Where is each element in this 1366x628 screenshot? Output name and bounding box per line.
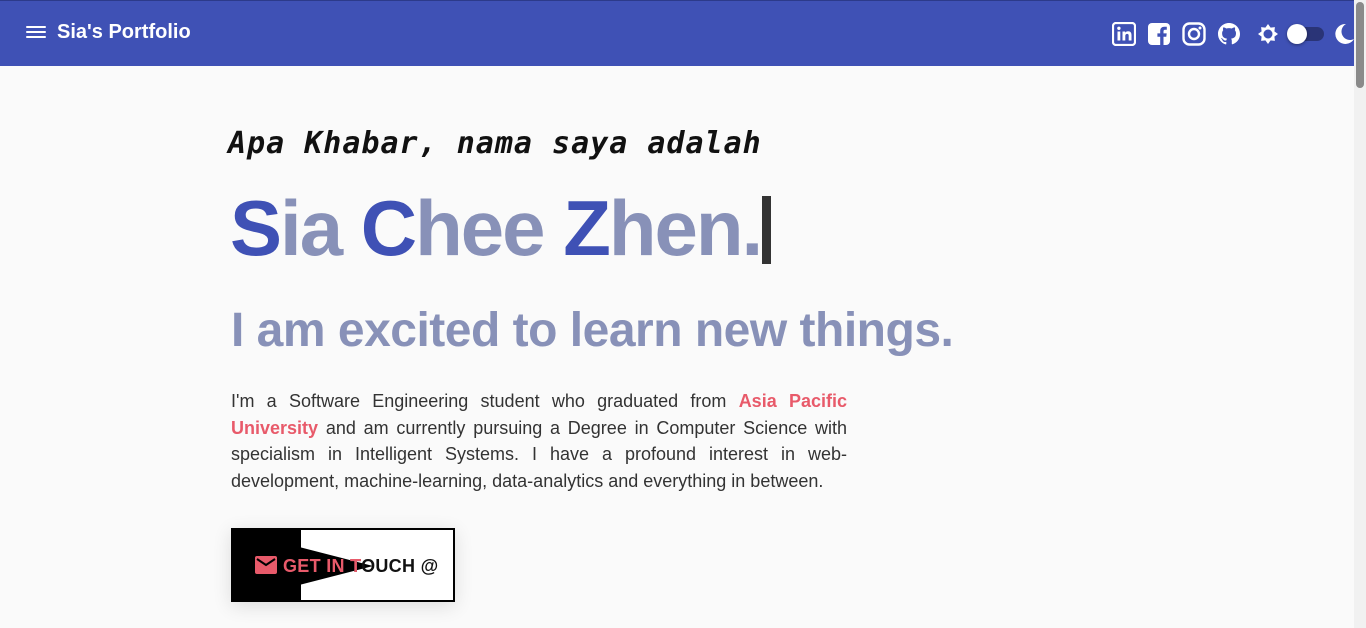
instagram-icon[interactable]	[1182, 22, 1206, 46]
bio-paragraph: I'm a Software Engineering student who g…	[231, 388, 847, 494]
mail-icon	[255, 556, 277, 574]
get-in-touch-button[interactable]: GET IN TOUCH @ GET IN TOUCH @	[231, 528, 455, 602]
moon-icon	[1335, 23, 1354, 44]
toggle-knob	[1287, 24, 1307, 44]
name-part: ia	[280, 184, 361, 272]
scrollbar-thumb[interactable]	[1356, 2, 1364, 88]
theme-toggle-switch[interactable]	[1287, 24, 1324, 44]
top-app-bar: Sia's Portfolio	[0, 0, 1366, 66]
linkedin-icon[interactable]	[1112, 22, 1136, 46]
name-part: S	[230, 184, 282, 272]
typing-cursor	[762, 196, 771, 264]
hero-name: Sia Chee Zhen.	[230, 183, 763, 274]
sun-icon	[1258, 24, 1278, 44]
facebook-icon[interactable]	[1147, 22, 1171, 46]
name-part: C	[360, 184, 417, 272]
button-label-accent: GET IN TOUCH @	[283, 556, 361, 576]
bio-text: I'm a Software Engineering student who g…	[231, 391, 739, 411]
bio-text: and am currently pursuing a Degree in Co…	[231, 417, 847, 491]
name-part: hen.	[608, 184, 763, 272]
hamburger-menu-icon[interactable]	[24, 23, 48, 45]
name-part: Z	[563, 184, 611, 272]
greeting-text: Apa Khabar, nama saya adalah	[228, 126, 762, 161]
page-scrollbar[interactable]	[1354, 0, 1366, 628]
name-part: hee	[415, 184, 564, 272]
github-icon[interactable]	[1217, 22, 1241, 46]
site-title[interactable]: Sia's Portfolio	[57, 21, 191, 44]
tagline: I am excited to learn new things.	[231, 304, 954, 357]
